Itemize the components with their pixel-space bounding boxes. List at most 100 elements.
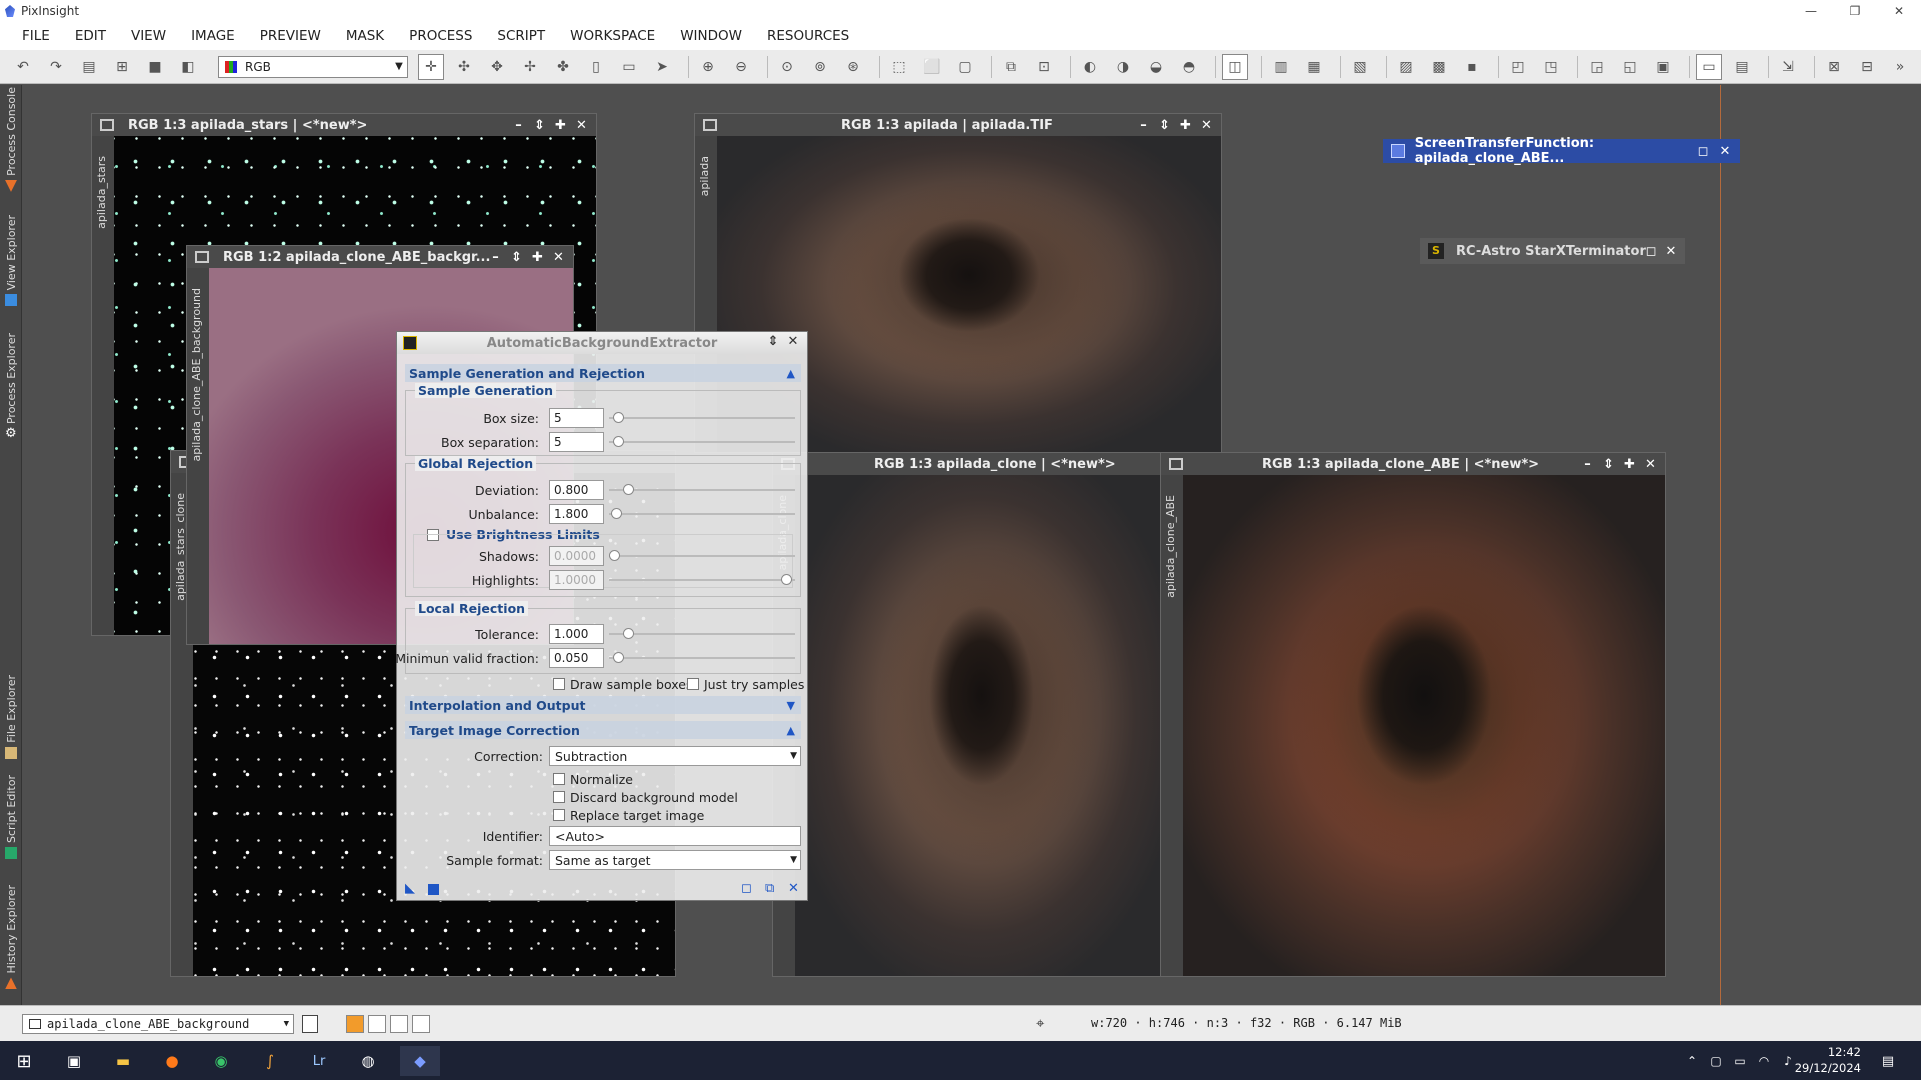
layout-5-icon[interactable]: ▣ bbox=[1650, 54, 1676, 80]
iconize-icon[interactable]: ◻ bbox=[1692, 144, 1714, 159]
reset-icon[interactable]: ✕ bbox=[788, 881, 799, 896]
close-icon[interactable]: ✕ bbox=[548, 250, 569, 265]
iconize-icon[interactable]: ✚ bbox=[550, 118, 571, 133]
image-canvas[interactable] bbox=[795, 475, 1168, 976]
iconize-icon[interactable]: ✚ bbox=[1175, 118, 1196, 133]
apply-global-icon[interactable] bbox=[428, 884, 439, 895]
close-icon[interactable]: ✕ bbox=[571, 118, 592, 133]
window-titlebar[interactable]: RGB 1:3 apilada_clone_ABE | <*new*> – ⇕ ✚ ✕ bbox=[1161, 453, 1665, 475]
crosshair-icon[interactable]: ⌖ bbox=[1036, 1014, 1044, 1032]
preview-edit-icon[interactable]: ⬜ bbox=[919, 54, 945, 80]
dock-tab-process-console[interactable]: Process Console bbox=[0, 87, 22, 192]
shade-icon[interactable]: – bbox=[485, 250, 506, 265]
section-target-image-correction[interactable]: Target Image Correction ▲ bbox=[405, 721, 801, 739]
process-1-icon[interactable]: ▥ bbox=[1268, 54, 1294, 80]
center-icon[interactable]: ✤ bbox=[550, 54, 576, 80]
menu-edit[interactable]: EDIT bbox=[75, 28, 106, 44]
highlights-slider[interactable] bbox=[609, 574, 795, 585]
channels-icon[interactable]: ◧ bbox=[175, 54, 201, 80]
close-icon[interactable]: ✕ bbox=[1196, 118, 1217, 133]
mask-invert-icon[interactable]: ◒ bbox=[1143, 54, 1169, 80]
taskbar-app-4-icon[interactable]: ◉ bbox=[205, 1046, 237, 1076]
menu-file[interactable]: FILE bbox=[22, 28, 50, 44]
notifications-icon[interactable]: ▤ bbox=[1872, 1046, 1904, 1076]
restore-button[interactable]: ❐ bbox=[1833, 0, 1877, 22]
box-separation-slider[interactable] bbox=[609, 436, 795, 447]
process-3-icon[interactable]: ▧ bbox=[1347, 54, 1373, 80]
window-fit-icon[interactable]: ⊡ bbox=[1031, 54, 1057, 80]
process-6-icon[interactable]: ▪ bbox=[1459, 54, 1485, 80]
section-interpolation-output[interactable]: Interpolation and Output ▼ bbox=[405, 696, 801, 714]
zoom-2-icon[interactable]: ⊚ bbox=[807, 54, 833, 80]
zoom-in-icon[interactable]: ⊕ bbox=[695, 54, 721, 80]
image-info-icon[interactable]: ▤ bbox=[76, 54, 102, 80]
monitor-icon[interactable]: ▭ bbox=[1696, 53, 1722, 80]
close-icon[interactable]: ✕ bbox=[1640, 457, 1661, 472]
windows-start-icon[interactable]: ⊞ bbox=[8, 1046, 40, 1076]
zoom-fit-icon[interactable]: ✣ bbox=[451, 54, 477, 80]
taskbar-app-7-icon[interactable]: ◍ bbox=[352, 1046, 384, 1076]
discard-background-checkbox[interactable] bbox=[553, 791, 565, 803]
window-titlebar[interactable]: RGB 1:2 apilada_clone_ABE_backgr... – ⇕ ✚ ✕ bbox=[187, 246, 573, 268]
slider-handle[interactable] bbox=[623, 484, 634, 495]
shade-icon[interactable]: – bbox=[1133, 118, 1154, 133]
abe-dialog[interactable]: AutomaticBackgroundExtractor ⇕ ✕ Sample G… bbox=[395, 331, 808, 901]
unbalance-input[interactable]: 1.800 bbox=[549, 504, 604, 524]
view-lock-icon[interactable] bbox=[302, 1015, 318, 1033]
clock[interactable]: 12:42 29/12/2024 bbox=[1795, 1044, 1861, 1076]
draw-sample-boxes-checkbox[interactable] bbox=[553, 678, 565, 690]
tolerance-input[interactable]: 1.000 bbox=[549, 624, 604, 644]
page-fold-icon[interactable]: ▭ bbox=[616, 54, 642, 80]
redo-icon[interactable]: ↷ bbox=[43, 54, 69, 80]
dock-tab-process-explorer[interactable]: Process Explorer ⚙ bbox=[0, 333, 22, 440]
image-canvas[interactable] bbox=[1183, 475, 1665, 976]
deviation-input[interactable]: 0.800 bbox=[549, 480, 604, 500]
file-explorer-icon[interactable]: ▬ bbox=[107, 1046, 139, 1076]
menu-view[interactable]: VIEW bbox=[131, 28, 166, 44]
menu-workspace[interactable]: WORKSPACE bbox=[570, 28, 655, 44]
iconize-icon[interactable]: ✚ bbox=[527, 250, 548, 265]
iconize-icon[interactable]: ✚ bbox=[1619, 457, 1640, 472]
menu-script[interactable]: SCRIPT bbox=[497, 28, 545, 44]
normalize-checkbox[interactable] bbox=[553, 773, 565, 785]
maximize-icon[interactable]: ⇕ bbox=[1154, 118, 1175, 133]
window-titlebar[interactable]: RGB 1:3 apilada_clone | <*new*> bbox=[773, 453, 1168, 475]
slider-handle[interactable] bbox=[611, 508, 622, 519]
just-try-samples-checkbox[interactable] bbox=[687, 678, 699, 690]
process-4-icon[interactable]: ▨ bbox=[1393, 54, 1419, 80]
tolerance-slider[interactable] bbox=[609, 628, 795, 639]
maximize-icon[interactable]: ⇕ bbox=[1598, 457, 1619, 472]
menu-process[interactable]: PROCESS bbox=[409, 28, 472, 44]
close-icon[interactable]: ✕ bbox=[783, 334, 803, 349]
mode-2-icon[interactable] bbox=[368, 1015, 386, 1033]
maximize-icon[interactable]: ⇕ bbox=[506, 250, 527, 265]
shadows-input[interactable]: 0.0000 bbox=[549, 546, 604, 566]
unbalance-slider[interactable] bbox=[609, 508, 795, 519]
box-size-slider[interactable] bbox=[609, 412, 795, 423]
pan-mode-icon[interactable]: ✢ bbox=[517, 54, 543, 80]
slider-handle[interactable] bbox=[613, 412, 624, 423]
starxterminator-tool-window[interactable]: S RC-Astro StarXTerminator ◻ ✕ bbox=[1420, 238, 1685, 264]
shade-icon[interactable]: – bbox=[1577, 457, 1598, 472]
color-image-icon[interactable]: ■ bbox=[142, 54, 168, 80]
minimize-button[interactable]: — bbox=[1789, 0, 1833, 22]
sample-format-select[interactable]: Same as target ▼ bbox=[549, 850, 801, 870]
tool-close-1-icon[interactable]: ⊠ bbox=[1821, 54, 1847, 80]
taskbar-app-1-icon[interactable]: ▣ bbox=[58, 1046, 90, 1076]
mask-new-icon[interactable]: ◐ bbox=[1077, 54, 1103, 80]
new-image-icon[interactable]: ⊞ bbox=[109, 54, 135, 80]
dock-tab-history-explorer[interactable]: History Explorer bbox=[0, 885, 22, 990]
layout-1-icon[interactable]: ◰ bbox=[1505, 54, 1531, 80]
min-valid-fraction-slider[interactable] bbox=[609, 652, 795, 663]
zoom-1-icon[interactable]: ⊙ bbox=[774, 54, 800, 80]
box-separation-input[interactable]: 5 bbox=[549, 432, 604, 452]
stf-tool-window[interactable]: ScreenTransferFunction: apilada_clone_AB… bbox=[1383, 136, 1740, 166]
window-titlebar[interactable]: RGB 1:3 apilada_stars | <*new*> – ⇕ ✚ ✕ bbox=[92, 114, 596, 136]
layout-3-icon[interactable]: ◲ bbox=[1584, 54, 1610, 80]
min-valid-fraction-input[interactable]: 0.050 bbox=[549, 648, 604, 668]
undo-icon[interactable]: ↶ bbox=[10, 54, 36, 80]
script-icon[interactable]: ▤ bbox=[1729, 54, 1755, 80]
shade-icon[interactable]: – bbox=[508, 118, 529, 133]
readout-mode-icon[interactable]: ✛ bbox=[418, 53, 444, 80]
channel-select[interactable]: RGB ▼ bbox=[218, 55, 408, 78]
